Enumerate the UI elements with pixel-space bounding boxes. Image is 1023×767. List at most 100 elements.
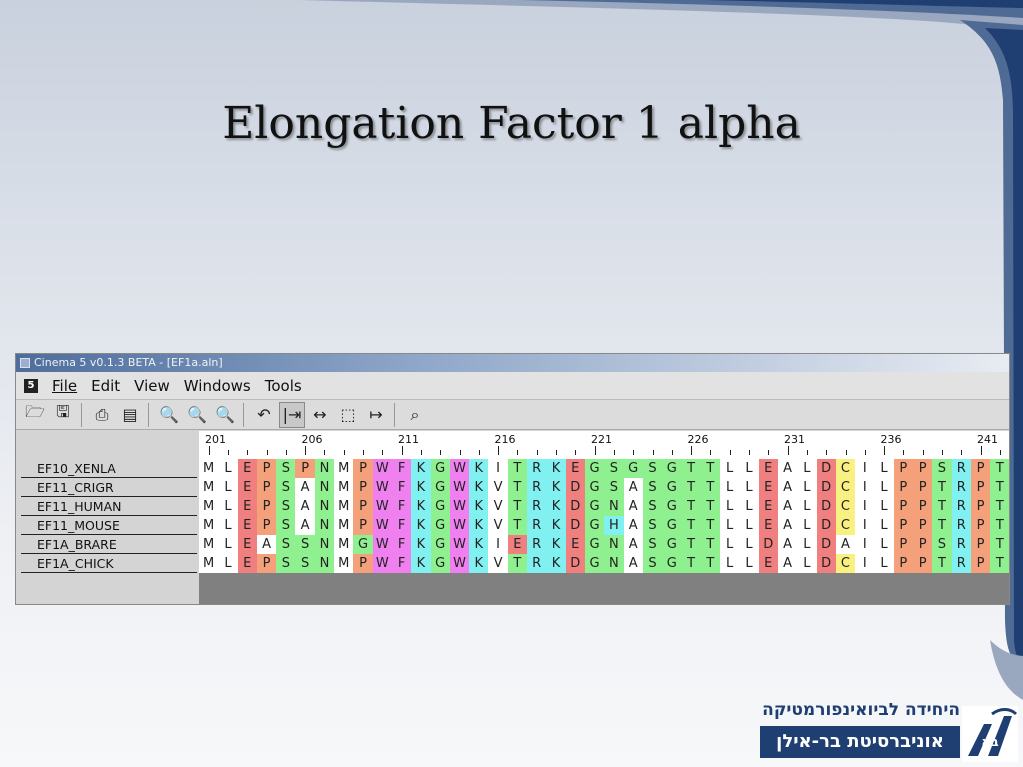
residue-cell[interactable]: T — [681, 535, 701, 554]
residue-cell[interactable]: F — [391, 478, 412, 497]
residue-cell[interactable]: P — [970, 535, 991, 554]
residue-cell[interactable]: R — [527, 516, 547, 535]
residue-cell[interactable]: E — [758, 554, 778, 573]
residue-cell[interactable]: L — [797, 497, 817, 516]
residue-cell[interactable]: L — [739, 516, 759, 535]
residue-cell[interactable]: P — [970, 516, 991, 535]
residue-cell[interactable]: N — [314, 459, 335, 478]
residue-cell[interactable]: S — [276, 535, 296, 554]
residue-cell[interactable]: M — [199, 516, 219, 535]
residue-cell[interactable]: D — [816, 478, 836, 497]
residue-cell[interactable]: L — [720, 459, 740, 478]
residue-cell[interactable]: P — [912, 459, 933, 478]
residue-cell[interactable]: E — [237, 516, 257, 535]
residue-cell[interactable]: E — [237, 459, 257, 478]
residue-cell[interactable]: T — [507, 478, 528, 497]
residue-cell[interactable]: N — [314, 497, 335, 516]
residue-cell[interactable]: R — [527, 497, 547, 516]
window-titlebar[interactable]: Cinema 5 v0.1.3 BETA - [EF1a.aln] — [16, 354, 1009, 372]
residue-cell[interactable]: L — [218, 478, 238, 497]
residue-cell[interactable]: S — [642, 554, 663, 573]
residue-cell[interactable]: V — [488, 554, 508, 573]
residue-cell[interactable]: T — [990, 459, 1010, 478]
residue-cell[interactable]: E — [237, 535, 257, 554]
residue-cell[interactable]: G — [584, 535, 605, 554]
residue-cell[interactable]: W — [372, 478, 392, 497]
residue-cell[interactable]: P — [893, 478, 913, 497]
export-icon[interactable]: ▤ — [117, 402, 143, 428]
residue-cell[interactable]: S — [642, 516, 663, 535]
residue-cell[interactable]: P — [353, 478, 373, 497]
residue-cell[interactable]: T — [990, 516, 1010, 535]
residue-cell[interactable]: A — [835, 535, 856, 554]
residue-cell[interactable]: L — [218, 554, 238, 573]
residue-cell[interactable]: G — [430, 516, 450, 535]
residue-cell[interactable]: T — [681, 459, 701, 478]
residue-cell[interactable]: L — [739, 535, 759, 554]
residue-cell[interactable]: P — [912, 535, 933, 554]
residue-cell[interactable]: L — [874, 478, 894, 497]
print-icon[interactable]: ⎙ — [89, 402, 115, 428]
residue-cell[interactable]: T — [990, 497, 1010, 516]
residue-cell[interactable]: L — [218, 516, 238, 535]
sequence-row[interactable]: MLEPSSNMPWFKGWKVTRKDGNASGTTLLEALDCILPPTR… — [199, 554, 1010, 573]
residue-cell[interactable]: T — [990, 535, 1010, 554]
residue-cell[interactable]: A — [256, 535, 277, 554]
residue-cell[interactable]: R — [951, 554, 971, 573]
residue-cell[interactable]: L — [218, 535, 238, 554]
sequence-name[interactable]: EF11_HUMAN — [21, 497, 197, 516]
residue-cell[interactable]: E — [237, 497, 257, 516]
residue-cell[interactable]: G — [662, 459, 682, 478]
residue-cell[interactable]: C — [835, 459, 856, 478]
residue-cell[interactable]: P — [256, 516, 277, 535]
residue-cell[interactable]: T — [990, 478, 1010, 497]
sequence-row[interactable]: MLEPSANMPWFKGWKVTRKDGSASGTTLLEALDCILPPTR… — [199, 478, 1010, 497]
residue-cell[interactable]: L — [218, 497, 238, 516]
residue-cell[interactable]: W — [372, 459, 392, 478]
residue-cell[interactable]: K — [411, 478, 431, 497]
residue-cell[interactable]: A — [295, 478, 315, 497]
residue-cell[interactable]: T — [507, 459, 528, 478]
residue-cell[interactable]: P — [893, 516, 913, 535]
residue-cell[interactable]: I — [488, 535, 508, 554]
residue-cell[interactable]: G — [584, 516, 605, 535]
residue-cell[interactable]: E — [758, 516, 778, 535]
residue-cell[interactable]: S — [932, 459, 952, 478]
zoom-in-icon[interactable]: 🔍 — [156, 402, 182, 428]
residue-cell[interactable]: T — [507, 554, 528, 573]
residue-cell[interactable]: F — [391, 535, 412, 554]
residue-cell[interactable]: L — [874, 516, 894, 535]
residue-cell[interactable]: I — [855, 516, 875, 535]
residue-cell[interactable]: C — [835, 478, 856, 497]
menu-tools[interactable]: Tools — [265, 377, 302, 395]
residue-cell[interactable]: D — [816, 497, 836, 516]
residue-cell[interactable]: K — [411, 554, 431, 573]
residue-cell[interactable]: A — [295, 497, 315, 516]
residue-cell[interactable]: R — [951, 478, 971, 497]
residue-cell[interactable]: F — [391, 459, 412, 478]
residue-cell[interactable]: P — [353, 497, 373, 516]
sequence-name[interactable]: EF1A_CHICK — [21, 554, 197, 573]
residue-cell[interactable]: D — [565, 554, 585, 573]
zoom-fit-icon[interactable]: 🔍 — [184, 402, 210, 428]
residue-cell[interactable]: P — [256, 497, 277, 516]
sequence-row[interactable]: MLEPSANMPWFKGWKVTRKDGHASGTTLLEALDCILPPTR… — [199, 516, 1010, 535]
residue-cell[interactable]: T — [700, 478, 721, 497]
residue-cell[interactable]: K — [469, 459, 489, 478]
sequence-name[interactable]: EF11_CRIGR — [21, 478, 197, 497]
residue-cell[interactable]: T — [681, 516, 701, 535]
residue-cell[interactable]: T — [507, 516, 528, 535]
residue-cell[interactable]: L — [874, 459, 894, 478]
open-icon[interactable]: 🗁 — [22, 402, 48, 428]
find-icon[interactable]: ⌕ — [402, 402, 428, 428]
residue-cell[interactable]: P — [912, 478, 933, 497]
menu-view[interactable]: View — [134, 377, 170, 395]
residue-cell[interactable]: T — [932, 554, 952, 573]
residue-cell[interactable]: G — [662, 554, 682, 573]
residue-cell[interactable]: S — [642, 478, 663, 497]
residue-cell[interactable]: D — [758, 535, 778, 554]
residue-cell[interactable]: W — [372, 516, 392, 535]
residue-cell[interactable]: D — [816, 554, 836, 573]
residue-cell[interactable]: W — [449, 516, 470, 535]
residue-cell[interactable]: K — [411, 459, 431, 478]
